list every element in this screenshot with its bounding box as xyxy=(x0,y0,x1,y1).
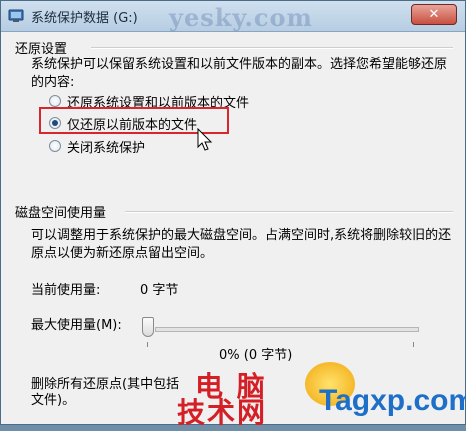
max-usage-label: 最大使用量(M): xyxy=(31,318,122,333)
system-protection-icon xyxy=(8,9,24,22)
max-usage-slider-thumb[interactable] xyxy=(142,317,154,337)
radio-button[interactable] xyxy=(49,140,61,152)
max-usage-slider-track[interactable] xyxy=(155,327,419,332)
delete-restore-points-text-2: 文件)。 xyxy=(31,393,76,408)
mouse-cursor-icon xyxy=(197,128,213,151)
divider xyxy=(125,211,453,213)
disk-description: 可以调整用于系统保护的最大磁盘空间。占满空间时,系统将删除较旧的还原点以便为新还… xyxy=(31,228,452,261)
current-usage-value: 0 字节 xyxy=(140,283,179,298)
radio-button[interactable] xyxy=(49,95,61,107)
close-icon: ✕ xyxy=(428,7,440,22)
title-bar[interactable]: 系统保护数据 (G:) yesky.com ✕ xyxy=(1,1,465,32)
divider xyxy=(91,47,453,49)
restore-description: 系统保护可以保留系统设置和以前文件版本的副本。选择您希望能够还原的内容: xyxy=(31,57,448,90)
slider-readout: 0% (0 字节) xyxy=(219,348,293,363)
disk-usage-heading: 磁盘空间使用量 xyxy=(15,202,113,221)
watermark-cn-line2: 技术网 xyxy=(177,396,268,429)
current-usage-label: 当前使用量: xyxy=(31,283,101,298)
radio-turn-off-protection[interactable]: 关闭系统保护 xyxy=(49,137,146,156)
close-button[interactable]: ✕ xyxy=(411,4,457,25)
slider-tick xyxy=(147,342,148,347)
window-title: 系统保护数据 (G:) xyxy=(31,11,138,26)
slider-tick xyxy=(413,342,414,347)
restore-settings-heading: 还原设置 xyxy=(15,38,74,57)
watermark-en: Tagxp.com xyxy=(319,384,466,417)
system-protection-dialog: 系统保护数据 (G:) yesky.com ✕ 还原设置 系统保护可以保留系统设… xyxy=(0,0,466,429)
radio-label: 关闭系统保护 xyxy=(67,140,146,156)
watermark-top: yesky.com xyxy=(169,3,313,32)
